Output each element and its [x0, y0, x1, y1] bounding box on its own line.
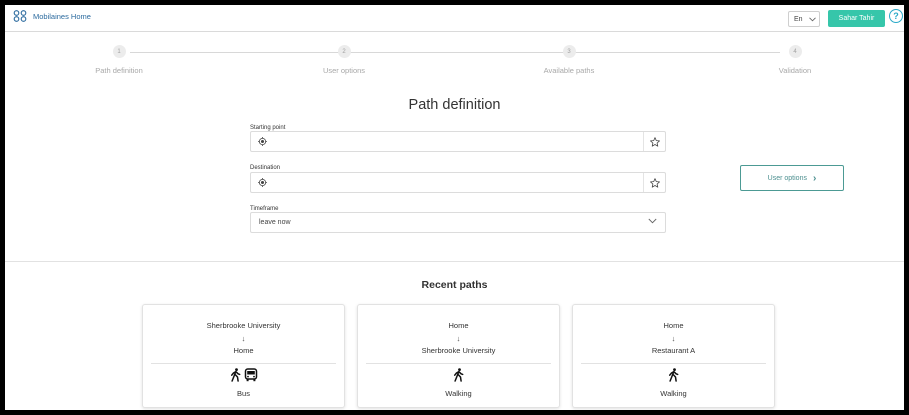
recent-path-card[interactable]: Sherbrooke University ↓ Home Bus — [142, 304, 345, 408]
timeframe-value: leave now — [259, 219, 291, 226]
step-label: Validation — [778, 66, 812, 75]
transport-mode-label: Bus — [237, 389, 250, 398]
step-label: Path definition — [95, 66, 143, 75]
destination-field — [250, 172, 666, 193]
step-available-paths[interactable]: 3 Available paths — [494, 45, 644, 75]
card-divider — [366, 363, 551, 364]
path-origin: Home — [448, 321, 469, 330]
user-options-label: User options — [767, 174, 807, 182]
page-title: Path definition — [408, 97, 501, 113]
starting-point-field — [250, 131, 666, 152]
transport-mode-label: Walking — [660, 389, 687, 398]
mobilaines-logo-icon — [13, 10, 27, 22]
recent-path-card[interactable]: Home ↓ Restaurant A Walking — [572, 304, 775, 408]
chevron-down-icon — [648, 218, 657, 224]
transport-mode-icons — [573, 368, 774, 382]
step-number: 2 — [337, 45, 351, 58]
top-bar: Mobilaines Home En Sahar Tahir ? — [5, 5, 904, 32]
app-frame: Mobilaines Home En Sahar Tahir ? 1 Path … — [5, 5, 904, 410]
favorite-destination-button[interactable] — [643, 173, 665, 192]
step-path-definition[interactable]: 1 Path definition — [44, 45, 194, 75]
transport-mode-label: Walking — [445, 389, 472, 398]
user-account-button[interactable]: Sahar Tahir — [828, 10, 885, 27]
transport-mode-icons — [358, 368, 559, 382]
starting-point-input[interactable] — [273, 134, 633, 149]
step-validation[interactable]: 4 Validation — [720, 45, 870, 75]
transport-mode-icons — [143, 368, 344, 382]
walking-icon — [668, 368, 679, 382]
arrow-down-icon: ↓ — [456, 334, 461, 343]
path-origin: Home — [663, 321, 684, 330]
recent-paths-title: Recent paths — [421, 279, 488, 291]
arrow-down-icon: ↓ — [241, 334, 246, 343]
arrow-down-icon: ↓ — [671, 334, 676, 343]
chevron-down-icon — [808, 16, 816, 21]
destination-label: Destination — [250, 165, 281, 171]
walking-icon — [453, 368, 464, 382]
destination-input[interactable] — [273, 175, 633, 190]
path-destination: Restaurant A — [651, 346, 696, 355]
path-destination: Home — [233, 346, 254, 355]
step-number: 4 — [788, 45, 802, 58]
timeframe-select[interactable]: leave now — [250, 212, 666, 233]
location-target-icon[interactable] — [258, 178, 267, 187]
card-divider — [581, 363, 766, 364]
brand-name: Mobilaines Home — [33, 11, 91, 21]
stepper-connector — [130, 52, 780, 53]
step-label: User options — [322, 66, 366, 75]
user-options-button[interactable]: User options › — [740, 165, 844, 191]
help-icon[interactable]: ? — [889, 9, 903, 23]
home-link[interactable]: Mobilaines Home — [13, 10, 91, 22]
walking-icon — [230, 368, 241, 382]
step-number: 3 — [562, 45, 576, 58]
language-select[interactable]: En — [788, 11, 820, 27]
step-number: 1 — [112, 45, 126, 58]
language-value: En — [794, 15, 803, 23]
section-divider — [5, 261, 904, 262]
star-icon — [649, 177, 660, 188]
recent-path-card[interactable]: Home ↓ Sherbrooke University Walking — [357, 304, 560, 408]
path-destination: Sherbrooke University — [421, 346, 496, 355]
chevron-right-icon: › — [812, 172, 817, 184]
bus-icon — [244, 368, 258, 382]
location-target-icon[interactable] — [258, 137, 267, 146]
card-divider — [151, 363, 336, 364]
favorite-start-button[interactable] — [643, 132, 665, 151]
path-origin: Sherbrooke University — [206, 321, 281, 330]
step-label: Available paths — [543, 66, 595, 75]
step-user-options[interactable]: 2 User options — [269, 45, 419, 75]
star-icon — [649, 136, 660, 147]
